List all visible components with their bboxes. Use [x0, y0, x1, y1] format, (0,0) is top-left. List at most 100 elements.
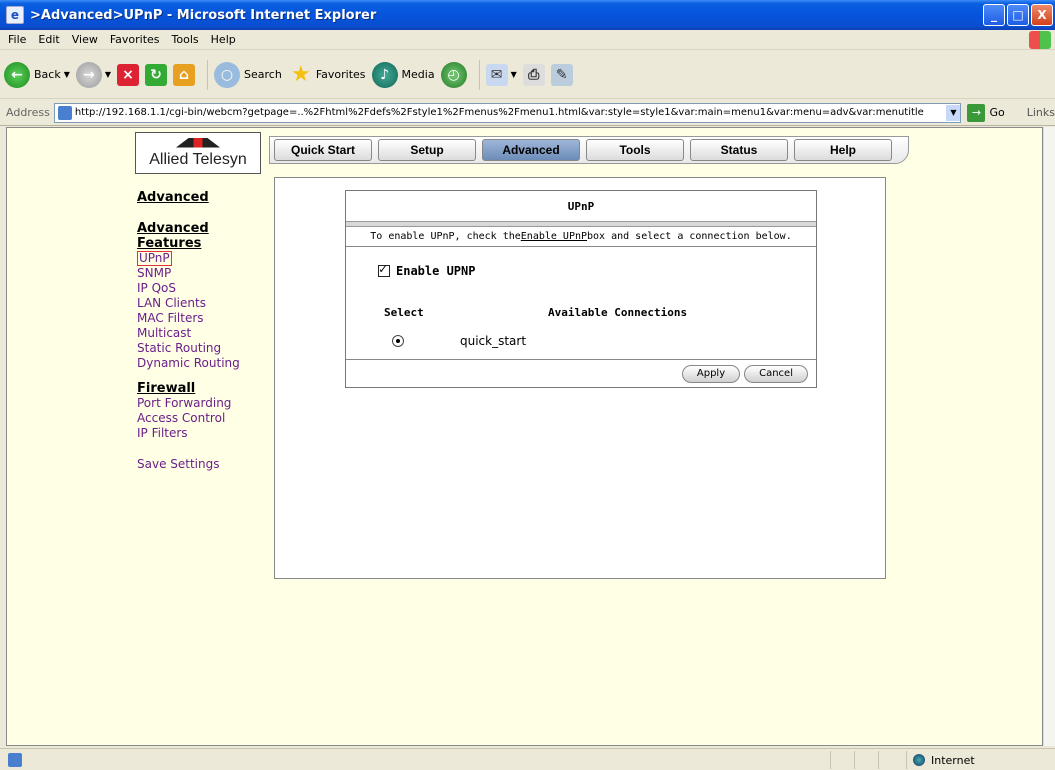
nav-item-port-forwarding[interactable]: Port Forwarding: [137, 396, 277, 411]
nav-item-ip-qos[interactable]: IP QoS: [137, 281, 277, 296]
nav-item-multicast[interactable]: Multicast: [137, 326, 277, 341]
title-bar: e >Advanced>UPnP - Microsoft Internet Ex…: [0, 0, 1055, 30]
address-bar: Address http://192.168.1.1/cgi-bin/webcm…: [0, 100, 1055, 126]
security-zone: Internet: [906, 751, 975, 769]
tab-advanced[interactable]: Advanced: [482, 139, 580, 161]
maximize-button[interactable]: □: [1007, 4, 1029, 26]
chevron-down-icon[interactable]: ▼: [105, 70, 111, 79]
address-label: Address: [6, 106, 50, 119]
mail-icon: ✉: [485, 63, 508, 86]
nav-item-dynamic-routing[interactable]: Dynamic Routing: [137, 356, 277, 371]
print-icon: ⎙: [522, 63, 545, 86]
upnp-form: UPnP To enable UPnP, check the Enable UP…: [345, 190, 817, 388]
forward-button[interactable]: → ▼: [75, 61, 111, 88]
content-panel: UPnP To enable UPnP, check the Enable UP…: [274, 177, 886, 579]
tab-tools[interactable]: Tools: [586, 139, 684, 161]
refresh-button[interactable]: ↻: [145, 63, 168, 86]
menu-view[interactable]: View: [72, 33, 98, 46]
back-label: Back: [34, 68, 61, 81]
nav-item-static-routing[interactable]: Static Routing: [137, 341, 277, 356]
favorites-button[interactable]: ★ Favorites: [288, 62, 366, 88]
print-button[interactable]: ⎙: [522, 63, 545, 86]
minimize-button[interactable]: _: [983, 4, 1005, 26]
upnp-instructions: To enable UPnP, check the Enable UPnP bo…: [346, 227, 816, 247]
go-button[interactable]: → Go: [967, 103, 1005, 122]
instruction-text-2: box and select a connection below.: [587, 231, 792, 242]
tab-status[interactable]: Status: [690, 139, 788, 161]
home-icon: ⌂: [173, 63, 196, 86]
search-label: Search: [244, 68, 282, 81]
tab-setup[interactable]: Setup: [378, 139, 476, 161]
ie-icon: e: [6, 6, 24, 24]
toolbar-separator: [207, 59, 209, 90]
home-button[interactable]: ⌂: [173, 63, 196, 86]
nav-item-access-control[interactable]: Access Control: [137, 411, 277, 426]
address-input[interactable]: http://192.168.1.1/cgi-bin/webcm?getpage…: [53, 102, 962, 123]
nav-item-lan-clients[interactable]: LAN Clients: [137, 296, 277, 311]
left-nav: Advanced Advanced Features UPnP SNMP IP …: [137, 190, 277, 472]
connection-name: quick_start: [460, 334, 527, 348]
chevron-down-icon[interactable]: ▼: [511, 70, 517, 79]
status-cell: [878, 751, 902, 769]
page-icon: [57, 105, 72, 120]
menu-file[interactable]: File: [8, 33, 26, 46]
search-icon: ○: [214, 61, 241, 88]
upnp-title: UPnP: [567, 199, 595, 213]
go-label: Go: [989, 106, 1005, 119]
close-button[interactable]: X: [1031, 4, 1053, 26]
apply-button[interactable]: Apply: [681, 364, 741, 383]
chevron-down-icon[interactable]: ▼: [64, 70, 70, 79]
main-nav: Quick Start Setup Advanced Tools Status …: [269, 136, 909, 164]
status-cell: [830, 751, 854, 769]
media-label: Media: [401, 68, 435, 81]
vertical-scrollbar[interactable]: [1043, 127, 1055, 746]
toolbar: ← Back ▼ → ▼ × ↻ ⌂ ○ Search ★ Favorites …: [0, 51, 1055, 99]
address-url[interactable]: http://192.168.1.1/cgi-bin/webcm?getpage…: [75, 107, 947, 118]
cancel-button[interactable]: Cancel: [744, 364, 808, 383]
windows-logo-icon: [1029, 31, 1051, 49]
connection-radio[interactable]: [392, 335, 404, 347]
menu-favorites[interactable]: Favorites: [110, 33, 160, 46]
nav-item-snmp[interactable]: SNMP: [137, 266, 277, 281]
nav-item-ip-filters[interactable]: IP Filters: [137, 426, 277, 441]
enable-upnp-row[interactable]: Enable UPNP: [378, 262, 476, 278]
back-arrow-icon: ←: [4, 61, 30, 88]
edit-button[interactable]: ✎: [550, 63, 573, 86]
form-buttons: Apply Cancel: [346, 359, 816, 387]
nav-item-save-settings[interactable]: Save Settings: [137, 457, 277, 472]
tab-help[interactable]: Help: [794, 139, 892, 161]
window-controls: _ □ X: [983, 4, 1053, 26]
nav-item-upnp[interactable]: UPnP: [137, 251, 172, 266]
allied-telesyn-logo: Allied Telesyn: [135, 132, 261, 174]
search-button[interactable]: ○ Search: [214, 61, 282, 88]
nav-heading-firewall[interactable]: Firewall: [137, 381, 277, 396]
star-icon: ★: [290, 62, 311, 87]
media-button[interactable]: ♪ Media: [371, 61, 435, 88]
connection-row: quick_start: [392, 334, 526, 348]
page-viewport: Allied Telesyn Quick Start Setup Advance…: [6, 127, 1043, 746]
menu-edit[interactable]: Edit: [38, 33, 59, 46]
tab-quick-start[interactable]: Quick Start: [274, 139, 372, 161]
instruction-text: To enable UPnP, check the: [370, 231, 521, 242]
stop-button[interactable]: ×: [117, 63, 140, 86]
links-button[interactable]: Links: [1027, 106, 1055, 119]
enable-upnp-label: Enable UPNP: [396, 264, 476, 278]
zone-label: Internet: [931, 753, 975, 767]
mail-button[interactable]: ✉ ▼: [485, 63, 517, 86]
address-dropdown-icon[interactable]: ▼: [946, 104, 961, 121]
back-button[interactable]: ← Back ▼: [4, 61, 70, 88]
media-icon: ♪: [371, 61, 398, 88]
refresh-icon: ↻: [145, 63, 168, 86]
nav-heading-advanced-features[interactable]: Advanced Features: [137, 221, 277, 251]
globe-icon: [913, 754, 925, 766]
forward-arrow-icon: →: [75, 61, 102, 88]
nav-heading-advanced[interactable]: Advanced: [137, 190, 277, 205]
menu-tools[interactable]: Tools: [172, 33, 199, 46]
edit-icon: ✎: [550, 63, 573, 86]
nav-item-mac-filters[interactable]: MAC Filters: [137, 311, 277, 326]
enable-upnp-checkbox[interactable]: [378, 262, 390, 277]
status-cell: [854, 751, 878, 769]
history-button[interactable]: ◴: [440, 61, 467, 88]
menu-help[interactable]: Help: [211, 33, 236, 46]
logo-mark-icon: [176, 137, 220, 148]
